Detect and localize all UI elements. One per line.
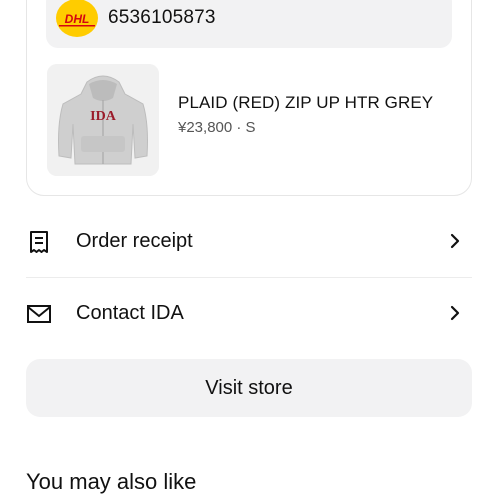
mail-icon	[26, 301, 52, 327]
visit-store-button[interactable]: Visit store	[26, 359, 472, 417]
product-name[interactable]: PLAID (RED) ZIP UP HTR GREY	[178, 93, 433, 113]
product-price-size: ¥23,800 · S	[178, 119, 256, 136]
product-image[interactable]: IDA	[47, 64, 159, 176]
order-receipt-row[interactable]: Order receipt	[26, 213, 472, 269]
chevron-right-icon	[448, 304, 462, 322]
chevron-right-icon	[448, 232, 462, 250]
tracking-number: 6536105873	[108, 7, 216, 28]
order-receipt-label: Order receipt	[76, 230, 193, 252]
contact-ida-label: Contact IDA	[76, 302, 184, 324]
svg-text:IDA: IDA	[90, 109, 117, 124]
divider	[26, 277, 472, 278]
svg-text:DHL: DHL	[65, 12, 90, 26]
you-may-also-like-heading: You may also like	[26, 469, 197, 494]
contact-ida-row[interactable]: Contact IDA	[26, 285, 472, 341]
receipt-icon	[26, 229, 52, 255]
dhl-logo: DHL	[56, 0, 98, 37]
tracking-row[interactable]	[46, 0, 452, 48]
